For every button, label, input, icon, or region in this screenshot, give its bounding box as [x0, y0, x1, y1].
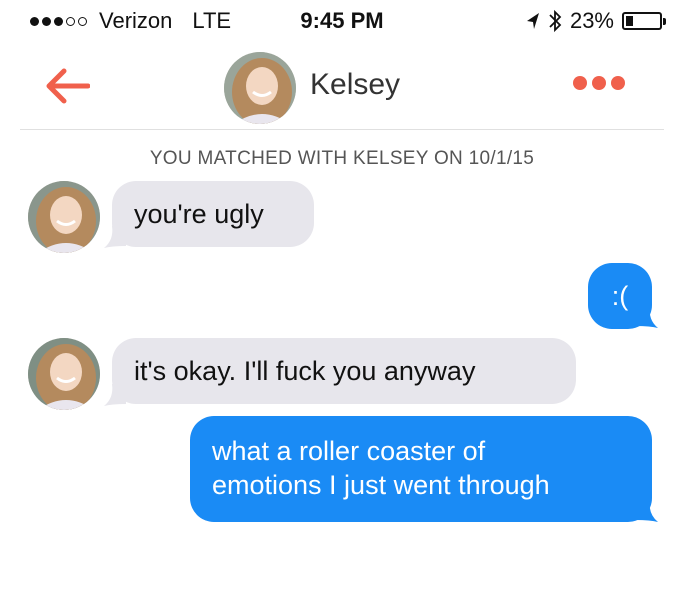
message-bubble-incoming: it's okay. I'll fuck you anyway	[112, 338, 576, 404]
battery-percent: 23%	[569, 8, 614, 33]
message-avatar[interactable]	[28, 338, 100, 410]
message-bubble-incoming: you're ugly	[112, 181, 314, 247]
location-arrow-icon	[526, 13, 539, 29]
status-bar-right: 23%	[526, 8, 666, 34]
battery-icon	[622, 12, 666, 30]
more-options-icon[interactable]	[573, 76, 625, 90]
back-arrow-icon[interactable]	[44, 66, 90, 106]
contact-name[interactable]: Kelsey	[310, 68, 400, 102]
bubble-tail	[636, 500, 658, 522]
header-divider	[20, 129, 664, 130]
message-line: what a roller coaster of	[212, 436, 486, 466]
battery-level-fill	[626, 16, 633, 26]
contact-avatar[interactable]	[224, 52, 296, 124]
message-avatar[interactable]	[28, 181, 100, 253]
bluetooth-icon	[549, 9, 562, 33]
bubble-tail	[636, 306, 658, 328]
message-line: emotions I just went through	[212, 470, 550, 500]
message-bubble-outgoing: what a roller coaster of emotions I just…	[190, 416, 652, 522]
chat-header: Kelsey	[0, 40, 684, 130]
status-bar: Verizon LTE 9:45 PM 23%	[0, 0, 684, 40]
match-notice: YOU MATCHED WITH KELSEY ON 10/1/15	[149, 148, 535, 169]
